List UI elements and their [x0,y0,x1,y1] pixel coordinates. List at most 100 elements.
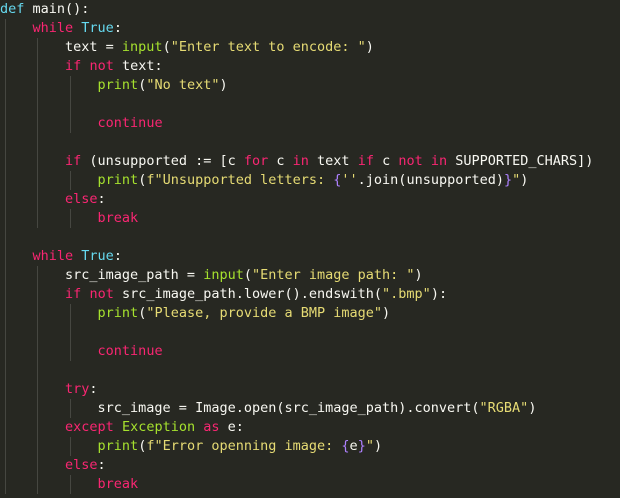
code-token: input [203,267,244,283]
code-token: src_image_path.lower().endswith( [113,286,383,302]
code-token: (unsupported := [c [81,153,244,169]
code-token: c [268,153,293,169]
code-token: True [81,20,114,36]
code-line[interactable]: try: [0,380,98,399]
code-token: for [243,153,269,169]
code-token: : [97,191,106,207]
code-token: : [89,381,98,397]
code-line[interactable]: if not src_image_path.lower().endswith("… [0,285,447,304]
code-line[interactable]: continue [0,114,163,133]
code-token: "No text" [146,77,220,93]
code-token: ) [365,39,374,55]
code-token: : [97,457,106,473]
code-token: text [308,153,358,169]
code-line[interactable]: break [0,475,139,494]
code-token: text = [0,39,122,55]
code-token: : [113,248,122,264]
code-line[interactable]: src_image = Image.open(src_image_path).c… [0,399,537,418]
code-line[interactable]: except Exception as e: [0,418,244,437]
code-token: SUPPORTED_CHARS]) [447,153,594,169]
code-token: } [503,172,513,188]
code-line[interactable]: text = input("Enter text to encode: ") [0,38,374,57]
code-line[interactable]: break [0,209,139,228]
code-line[interactable]: while True: [0,247,122,266]
code-token: ) [520,172,529,188]
code-token: text: [113,58,163,74]
code-token: ) [382,305,391,321]
code-token: else [65,457,98,473]
code-token: if [65,58,82,74]
code-line[interactable]: print("No text") [0,76,228,95]
code-token: print [97,438,139,454]
code-line[interactable]: src_image_path = input("Enter image path… [0,266,423,285]
code-token: input [121,39,163,55]
code-line[interactable]: continue [0,342,163,361]
code-line[interactable]: if not text: [0,57,163,76]
code-line[interactable]: else: [0,190,106,209]
code-line[interactable]: else: [0,456,106,475]
code-token: while [32,248,74,264]
code-token: main(): [24,1,90,17]
code-token: ) [219,77,228,93]
code-line[interactable]: print("Please, provide a BMP image") [0,304,391,323]
code-line[interactable]: print(f"Error openning image: {e}") [0,437,383,456]
code-token: " [365,438,374,454]
code-token: ): [430,286,448,302]
code-token: ) [414,267,423,283]
code-token: def [0,1,25,17]
code-line[interactable]: if (unsupported := [c for c in text if c… [0,152,593,171]
code-token: e: [219,419,244,435]
code-line[interactable]: while True: [0,19,122,38]
code-token: ( [162,39,171,55]
code-token: "Enter image path: " [251,267,415,283]
code-token: print [97,305,139,321]
code-token: ".bmp" [382,286,431,302]
code-token: print [97,77,139,93]
code-token: else [65,191,98,207]
code-editor[interactable]: def main(): while True: text = input("En… [0,0,620,498]
code-token: e [349,438,358,454]
code-line[interactable]: print(f"Unsupported letters: {''.join(un… [0,171,529,190]
code-token: src_image_path = [0,267,204,283]
code-token: break [97,210,139,226]
code-token: not [89,286,114,302]
code-token: if [65,286,82,302]
code-token: { [341,438,350,454]
code-token: src_image = Image.open(src_image_path).c… [0,400,480,416]
code-line[interactable]: def main(): [0,0,89,19]
code-token: ) [373,438,383,454]
code-token: ) [528,400,537,416]
code-token: "Please, provide a BMP image" [146,305,383,321]
code-token: not [89,58,114,74]
code-token: break [97,476,139,492]
code-token: } [357,438,366,454]
code-token: .join(unsupported) [357,172,504,188]
code-token: if [65,153,82,169]
code-token: continue [97,115,163,131]
code-token: if [357,153,374,169]
code-token: except [65,419,114,435]
code-token: in [292,153,309,169]
code-token: while [32,20,74,36]
code-token: print [97,172,139,188]
code-token: ( [243,267,252,283]
code-token: c [373,153,399,169]
code-token: continue [97,343,163,359]
code-token: : [113,20,122,36]
